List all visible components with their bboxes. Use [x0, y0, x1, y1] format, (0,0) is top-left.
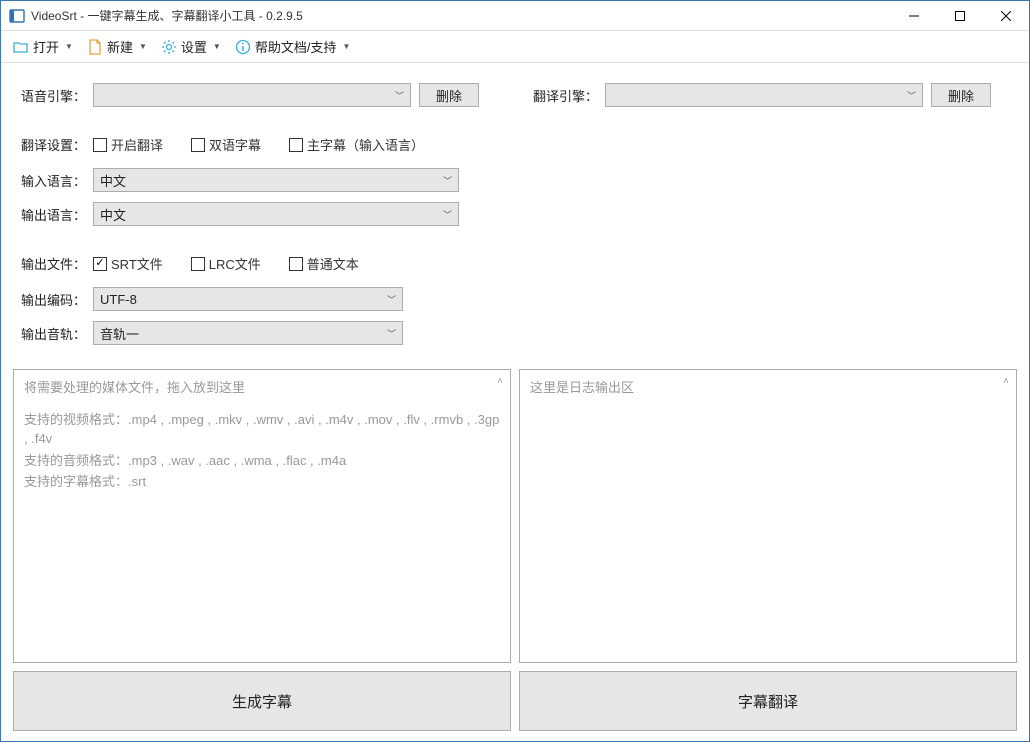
plain-checkbox[interactable]: 普通文本 — [289, 254, 359, 273]
translate-engine-select[interactable]: ﹀ — [605, 83, 923, 107]
close-button[interactable] — [983, 1, 1029, 30]
app-icon — [9, 8, 25, 24]
open-label: 打开 — [33, 37, 59, 56]
scrollbar[interactable]: ʌ — [492, 372, 508, 660]
chevron-down-icon: ▼ — [65, 42, 73, 51]
translate-engine-label: 翻译引擎： — [525, 86, 605, 105]
gear-icon — [161, 39, 177, 55]
settings-label: 设置 — [181, 37, 207, 56]
folder-open-icon — [13, 39, 29, 55]
output-track-select[interactable]: 音轨一 ﹀ — [93, 321, 403, 345]
output-encoding-value: UTF-8 — [100, 292, 137, 307]
chevron-down-icon: ▼ — [139, 42, 147, 51]
translate-settings-label: 翻译设置： — [13, 135, 93, 154]
input-lang-select[interactable]: 中文 ﹀ — [93, 168, 459, 192]
settings-menu[interactable]: 设置 ▼ — [155, 34, 227, 59]
log-placeholder: 这里是日志输出区 — [530, 378, 1006, 398]
chevron-down-icon: ﹀ — [395, 89, 404, 102]
output-lang-value: 中文 — [100, 205, 126, 224]
minimize-button[interactable] — [891, 1, 937, 30]
new-label: 新建 — [107, 37, 133, 56]
new-file-icon — [87, 39, 103, 55]
new-menu[interactable]: 新建 ▼ — [81, 34, 153, 59]
translate-engine-delete-button[interactable]: 删除 — [931, 83, 991, 107]
chevron-down-icon: ﹀ — [443, 174, 452, 187]
open-menu[interactable]: 打开 ▼ — [7, 34, 79, 59]
output-lang-label: 输出语言： — [13, 205, 93, 224]
chevron-down-icon: ▼ — [342, 42, 350, 51]
output-encoding-select[interactable]: UTF-8 ﹀ — [93, 287, 403, 311]
output-track-label: 输出音轨： — [13, 324, 93, 343]
maximize-button[interactable] — [937, 1, 983, 30]
help-label: 帮助文档/支持 — [255, 37, 337, 56]
checkbox-icon — [93, 138, 107, 152]
speech-engine-select[interactable]: ﹀ — [93, 83, 411, 107]
log-output: 这里是日志输出区 ʌ — [519, 369, 1017, 663]
window-controls — [891, 1, 1029, 30]
scroll-up-icon: ʌ — [998, 372, 1014, 388]
output-track-value: 音轨一 — [100, 324, 139, 343]
chevron-down-icon: ﹀ — [387, 327, 396, 340]
window-title: VideoSrt - 一键字幕生成、字幕翻译小工具 - 0.2.9.5 — [31, 7, 891, 24]
dropzone-video-formats: 支持的视频格式：.mp4 , .mpeg , .mkv , .wmv , .av… — [24, 410, 500, 449]
checkbox-icon — [289, 257, 303, 271]
checkbox-icon — [191, 138, 205, 152]
dropzone-audio-formats: 支持的音频格式：.mp3 , .wav , .aac , .wma , .fla… — [24, 451, 500, 471]
checkbox-checked-icon: ✓ — [93, 257, 107, 271]
speech-engine-label: 语音引擎： — [13, 86, 93, 105]
output-file-label: 输出文件： — [13, 254, 93, 273]
enable-translate-checkbox[interactable]: 开启翻译 — [93, 135, 163, 154]
chevron-down-icon: ﹀ — [443, 208, 452, 221]
translate-subtitle-button[interactable]: 字幕翻译 — [519, 671, 1017, 731]
bilingual-checkbox[interactable]: 双语字幕 — [191, 135, 261, 154]
checkbox-icon — [289, 138, 303, 152]
scrollbar[interactable]: ʌ — [998, 372, 1014, 660]
output-encoding-label: 输出编码： — [13, 290, 93, 309]
input-lang-label: 输入语言： — [13, 171, 93, 190]
main-subtitle-checkbox[interactable]: 主字幕（输入语言） — [289, 135, 424, 154]
srt-checkbox[interactable]: ✓ SRT文件 — [93, 254, 163, 273]
titlebar: VideoSrt - 一键字幕生成、字幕翻译小工具 - 0.2.9.5 — [1, 1, 1029, 31]
lrc-checkbox[interactable]: LRC文件 — [191, 254, 261, 273]
generate-subtitle-button[interactable]: 生成字幕 — [13, 671, 511, 731]
input-lang-value: 中文 — [100, 171, 126, 190]
dropzone-subtitle-formats: 支持的字幕格式：.srt — [24, 472, 500, 492]
chevron-down-icon: ﹀ — [387, 293, 396, 306]
chevron-down-icon: ▼ — [213, 42, 221, 51]
info-icon — [235, 39, 251, 55]
dropzone-hint: 将需要处理的媒体文件，拖入放到这里 — [24, 378, 500, 398]
file-dropzone[interactable]: 将需要处理的媒体文件，拖入放到这里 支持的视频格式：.mp4 , .mpeg ,… — [13, 369, 511, 663]
scroll-up-icon: ʌ — [492, 372, 508, 388]
main-content: 语音引擎： ﹀ 删除 翻译引擎： ﹀ 删除 翻译设置： 开启翻译 — [1, 63, 1029, 741]
speech-engine-delete-button[interactable]: 删除 — [419, 83, 479, 107]
chevron-down-icon: ﹀ — [907, 89, 916, 102]
checkbox-icon — [191, 257, 205, 271]
toolbar: 打开 ▼ 新建 ▼ 设置 ▼ 帮助文档/支持 ▼ — [1, 31, 1029, 63]
output-lang-select[interactable]: 中文 ﹀ — [93, 202, 459, 226]
help-menu[interactable]: 帮助文档/支持 ▼ — [229, 34, 357, 59]
